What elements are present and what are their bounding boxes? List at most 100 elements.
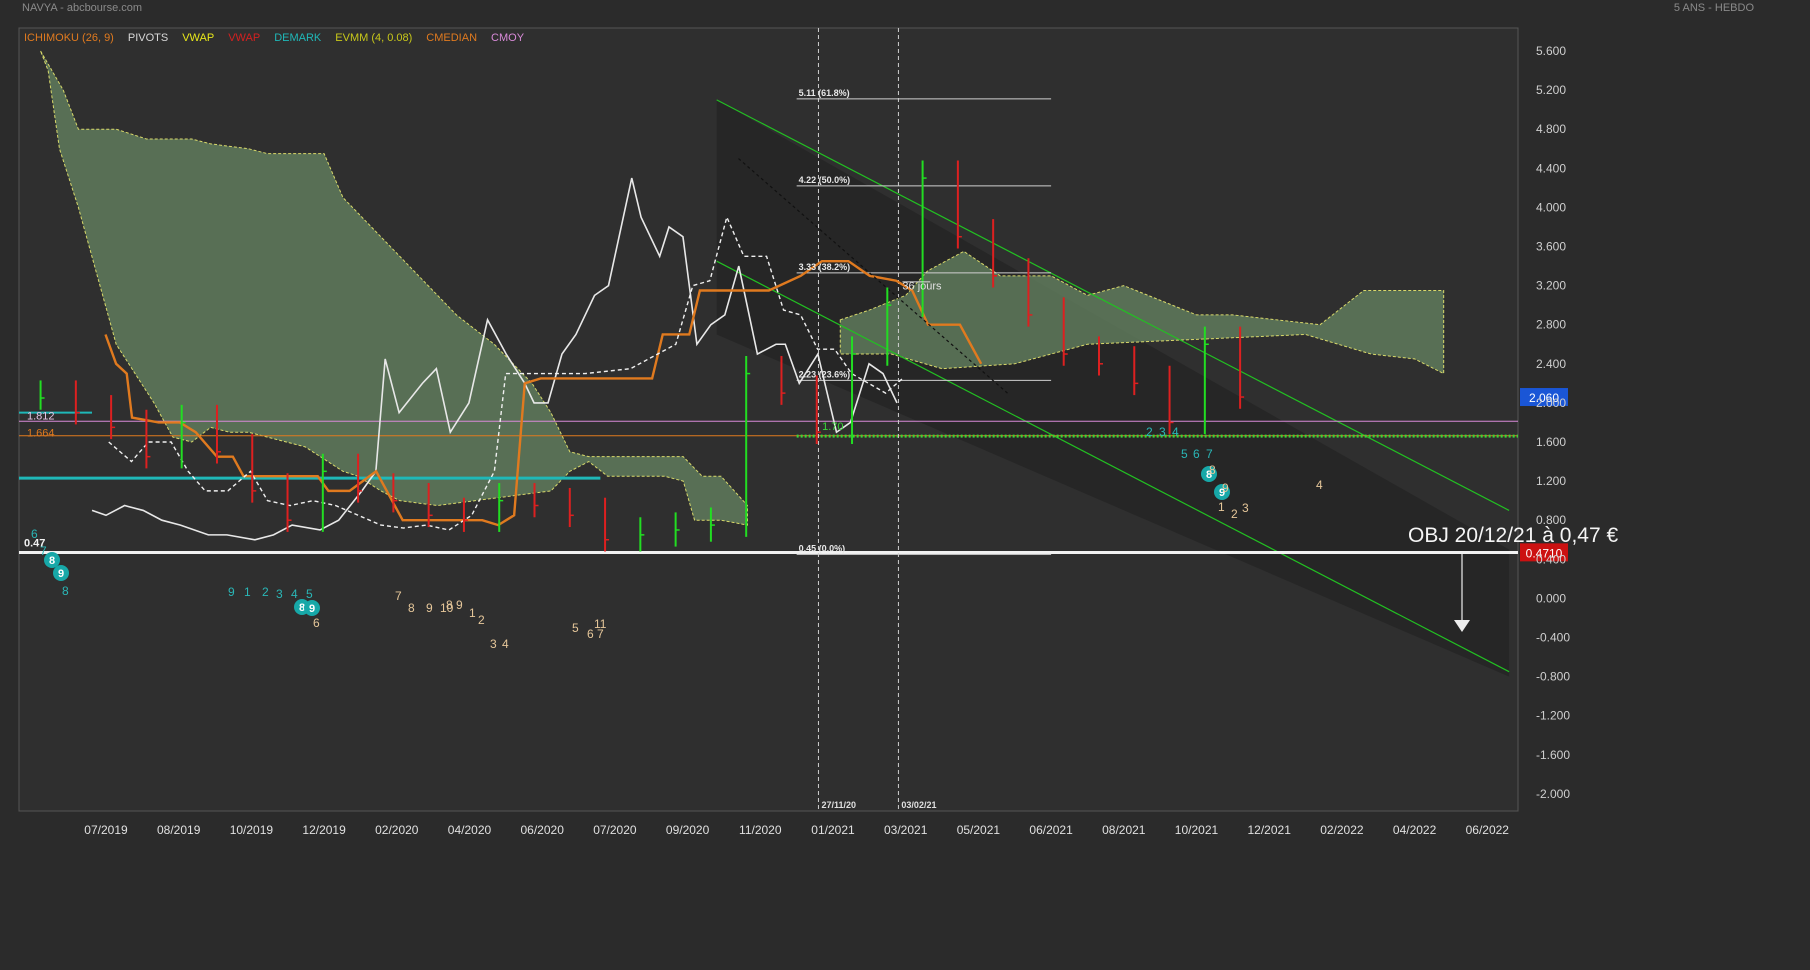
x-tick-label: 07/2020 — [593, 823, 637, 837]
demark-bubble-label: 9 — [58, 568, 64, 580]
x-tick-label: 08/2019 — [157, 823, 201, 837]
x-tick-label: 02/2022 — [1320, 823, 1364, 837]
y-tick-label: 4.000 — [1536, 200, 1566, 214]
y-tick-label: 3.200 — [1536, 279, 1566, 293]
demark-count-label: 2 — [1146, 425, 1153, 439]
demark-count-label: 1 — [244, 585, 251, 599]
x-tick-label: 10/2021 — [1175, 823, 1219, 837]
y-tick-label: 1.600 — [1536, 435, 1566, 449]
legend-item: DEMARK — [274, 32, 322, 44]
demark-count-label: 9 — [426, 601, 433, 615]
chart-title: NAVYA - abcbourse.com — [22, 2, 143, 14]
demark-count-label: 9 — [456, 598, 463, 612]
x-tick-label: 09/2020 — [666, 823, 710, 837]
y-tick-label: 4.800 — [1536, 122, 1566, 136]
level-1664-label: 1.664 — [27, 428, 55, 440]
fib-label: 4.22 (50.0%) — [799, 175, 851, 185]
objective-label: OBJ 20/12/21 à 0,47 € — [1408, 524, 1618, 547]
fib-label: 5.11 (61.8%) — [799, 88, 850, 98]
x-tick-label: 07/2019 — [84, 823, 128, 837]
demark-count-label: 6 — [31, 527, 38, 541]
x-tick-label: 11/2020 — [739, 823, 782, 837]
demark-count-label: 5 — [306, 587, 313, 601]
demark-count-label: 2 — [262, 585, 269, 599]
demark-count-label: 6 — [313, 616, 320, 630]
demark-count-label: 1 — [1218, 500, 1225, 514]
legend-item: VWAP — [182, 32, 215, 44]
x-tick-label: 05/2021 — [957, 823, 1001, 837]
demark-count-label: 7 — [40, 544, 47, 558]
x-tick-label: 08/2021 — [1102, 823, 1146, 837]
level-1812-label: 1.812 — [27, 410, 55, 422]
y-tick-label: 2.800 — [1536, 318, 1566, 332]
demark-count-label: 4 — [1172, 425, 1179, 439]
demark-count-label: 2 — [1231, 507, 1238, 521]
fib-label: 3.33 (38.2%) — [799, 262, 851, 272]
demark-count-label: 6 — [1193, 447, 1200, 461]
demark-count-label: 7 — [395, 589, 402, 603]
demark-count-label: 1 — [469, 606, 476, 620]
y-tick-label: 5.200 — [1536, 83, 1566, 97]
legend-item: EVMM (4, 0.08) — [335, 32, 413, 44]
vertical-marker-label: 03/02/21 — [901, 800, 936, 810]
x-tick-label: 10/2019 — [230, 823, 274, 837]
y-tick-label: 2.000 — [1536, 396, 1566, 410]
x-tick-label: 12/2021 — [1248, 823, 1292, 837]
y-tick-label: -0.400 — [1536, 631, 1570, 645]
legend-item: CMEDIAN — [426, 32, 478, 44]
legend-item: VWAP — [228, 32, 261, 44]
x-tick-label: 06/2020 — [521, 823, 565, 837]
demark-count-label: 6 — [587, 627, 594, 641]
x-tick-label: 12/2019 — [302, 823, 346, 837]
demark-count-label: 8 — [1209, 463, 1216, 477]
demark-count-label: 3 — [490, 637, 497, 651]
demark-count-label: 3 — [276, 587, 283, 601]
fib-label: 0.45 (0.0%) — [799, 543, 846, 553]
demark-count-label: 2 — [478, 613, 485, 627]
x-tick-label: 03/2021 — [884, 823, 928, 837]
y-tick-label: 3.600 — [1536, 240, 1566, 254]
indicator-legend: ICHIMOKU (26, 9) PIVOTS VWAP VWAP DEMARK EVMM… — [24, 32, 524, 44]
demark-bubble-label: 8 — [49, 555, 55, 567]
price-chart[interactable]: 5.11 (61.8%) 4.22 (50.0%) 3.33 (38.2%) 2.23… — [0, 0, 1810, 970]
demark-count-label: 10 — [440, 601, 454, 615]
y-tick-label: -2.000 — [1536, 787, 1570, 801]
demark-count-label: 3 — [1159, 425, 1166, 439]
legend-item: PIVOTS — [127, 32, 169, 44]
x-tick-label: 01/2021 — [811, 823, 855, 837]
legend-item: CMOY — [491, 32, 525, 44]
demark-count-label: 7 — [1206, 447, 1213, 461]
support-label: 1.70 — [822, 421, 843, 433]
demark-count-label: 3 — [1242, 501, 1249, 515]
demark-count-label: 5 — [572, 621, 579, 635]
vertical-marker-label: 27/11/20 — [821, 800, 856, 810]
y-tick-label: -1.200 — [1536, 709, 1570, 723]
duration-label: 36 jours — [902, 281, 942, 293]
y-tick-label: 0.800 — [1536, 513, 1566, 527]
demark-count-label: 4 — [1316, 478, 1323, 492]
demark-count-label: 5 — [1181, 447, 1188, 461]
demark-count-label: 9 — [228, 585, 235, 599]
demark-count-label: 8 — [408, 601, 415, 615]
y-tick-label: 0.000 — [1536, 591, 1566, 605]
y-tick-label: 1.200 — [1536, 474, 1566, 488]
legend-item: ICHIMOKU (26, 9) — [24, 32, 114, 44]
y-tick-label: -1.600 — [1536, 748, 1570, 762]
y-tick-label: 4.400 — [1536, 161, 1566, 175]
x-tick-label: 06/2021 — [1029, 823, 1073, 837]
demark-count-label: 4 — [502, 637, 509, 651]
demark-count-label: 11 — [594, 617, 607, 631]
y-tick-label: -0.800 — [1536, 670, 1570, 684]
demark-count-label: 8 — [62, 584, 69, 598]
x-tick-label: 06/2022 — [1466, 823, 1510, 837]
y-tick-label: 5.600 — [1536, 44, 1566, 58]
fib-label: 2.23 (23.6%) — [799, 369, 851, 379]
x-tick-label: 04/2022 — [1393, 823, 1437, 837]
demark-count-label: 9 — [1222, 481, 1229, 495]
x-tick-label: 02/2020 — [375, 823, 419, 837]
demark-bubble-label: 9 — [309, 603, 315, 615]
x-tick-label: 04/2020 — [448, 823, 492, 837]
y-tick-label: 0.400 — [1536, 552, 1566, 566]
demark-count-label: 4 — [291, 587, 298, 601]
chart-period: 5 ANS - HEBDO — [1673, 2, 1754, 14]
